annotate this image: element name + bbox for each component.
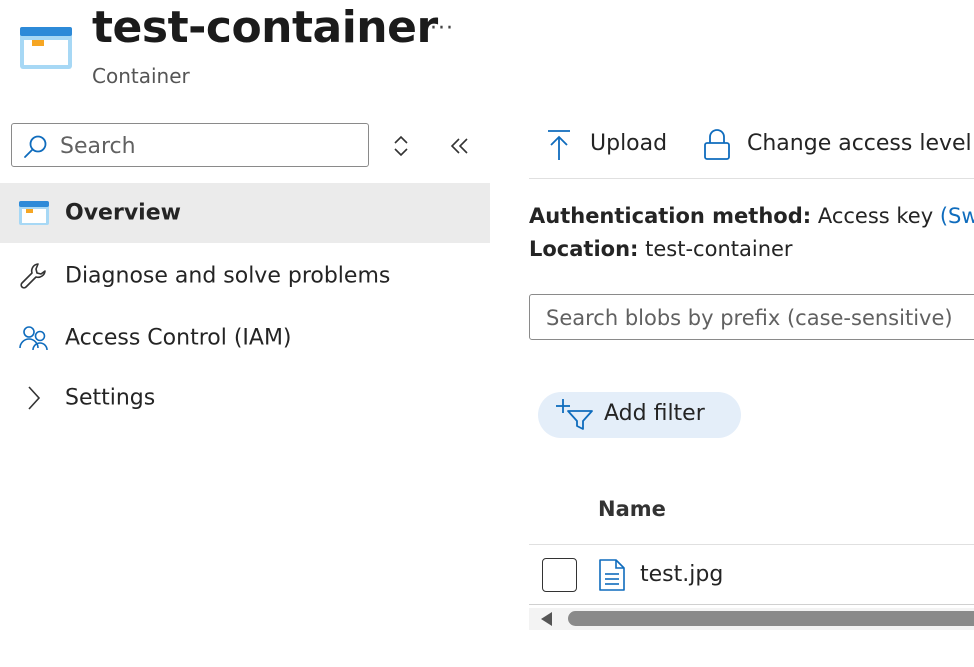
container-icon [18,197,50,229]
wrench-icon [18,260,50,292]
upload-icon [548,130,570,160]
auth-method-row: Authentication method: Access key (Sw [529,204,974,228]
sidebar-item-label: Diagnose and solve problems [65,263,391,289]
page-subtitle: Container [92,64,190,88]
double-chevron-left-icon[interactable] [448,134,472,158]
search-icon [24,135,47,158]
sidebar-item-label: Overview [65,200,181,226]
auth-method-key: Authentication method: [529,204,812,228]
blob-search-field[interactable] [529,294,974,340]
add-filter-icon [556,399,593,430]
table-row-divider [529,604,974,605]
sidebar-item-label: Access Control (IAM) [65,325,292,351]
upload-label: Upload [590,131,668,156]
sidebar-search-field[interactable] [11,123,369,167]
sort-icon[interactable] [390,134,412,158]
sidebar-item-settings[interactable]: Settings [0,368,490,428]
more-options-button[interactable]: ··· [430,16,454,41]
sidebar-item-diagnose[interactable]: Diagnose and solve problems [0,246,490,306]
scrollbar-thumb[interactable] [568,611,974,626]
blob-search-input[interactable] [544,302,974,334]
add-filter-button[interactable]: Add filter [538,392,741,438]
row-checkbox[interactable] [542,558,577,592]
change-access-level-label: Change access level [747,131,972,156]
people-icon [18,322,50,354]
container-icon [20,27,72,69]
sidebar-item-label: Settings [65,385,156,411]
change-access-level-button[interactable]: Change access level [702,122,974,168]
file-name-link[interactable]: test.jpg [640,562,723,587]
table-header-divider [529,544,974,545]
column-header-name[interactable]: Name [598,497,666,521]
page-title: test-container [92,2,438,53]
location-key: Location: [529,237,639,261]
upload-button[interactable]: Upload [545,122,675,168]
sidebar-item-access-control[interactable]: Access Control (IAM) [0,308,490,368]
sidebar-item-overview[interactable]: Overview [0,183,490,243]
chevron-right-icon [18,382,50,414]
scroll-left-arrow[interactable] [541,612,552,626]
location-row: Location: test-container [529,237,793,261]
lock-icon [704,129,730,160]
sidebar-search-input[interactable] [58,130,362,162]
file-icon [598,559,626,591]
switch-auth-link[interactable]: (Sw [940,204,974,228]
add-filter-label: Add filter [604,401,705,426]
toolbar-divider [529,178,974,179]
location-value: test-container [645,237,793,261]
auth-method-value: Access key [817,204,934,228]
